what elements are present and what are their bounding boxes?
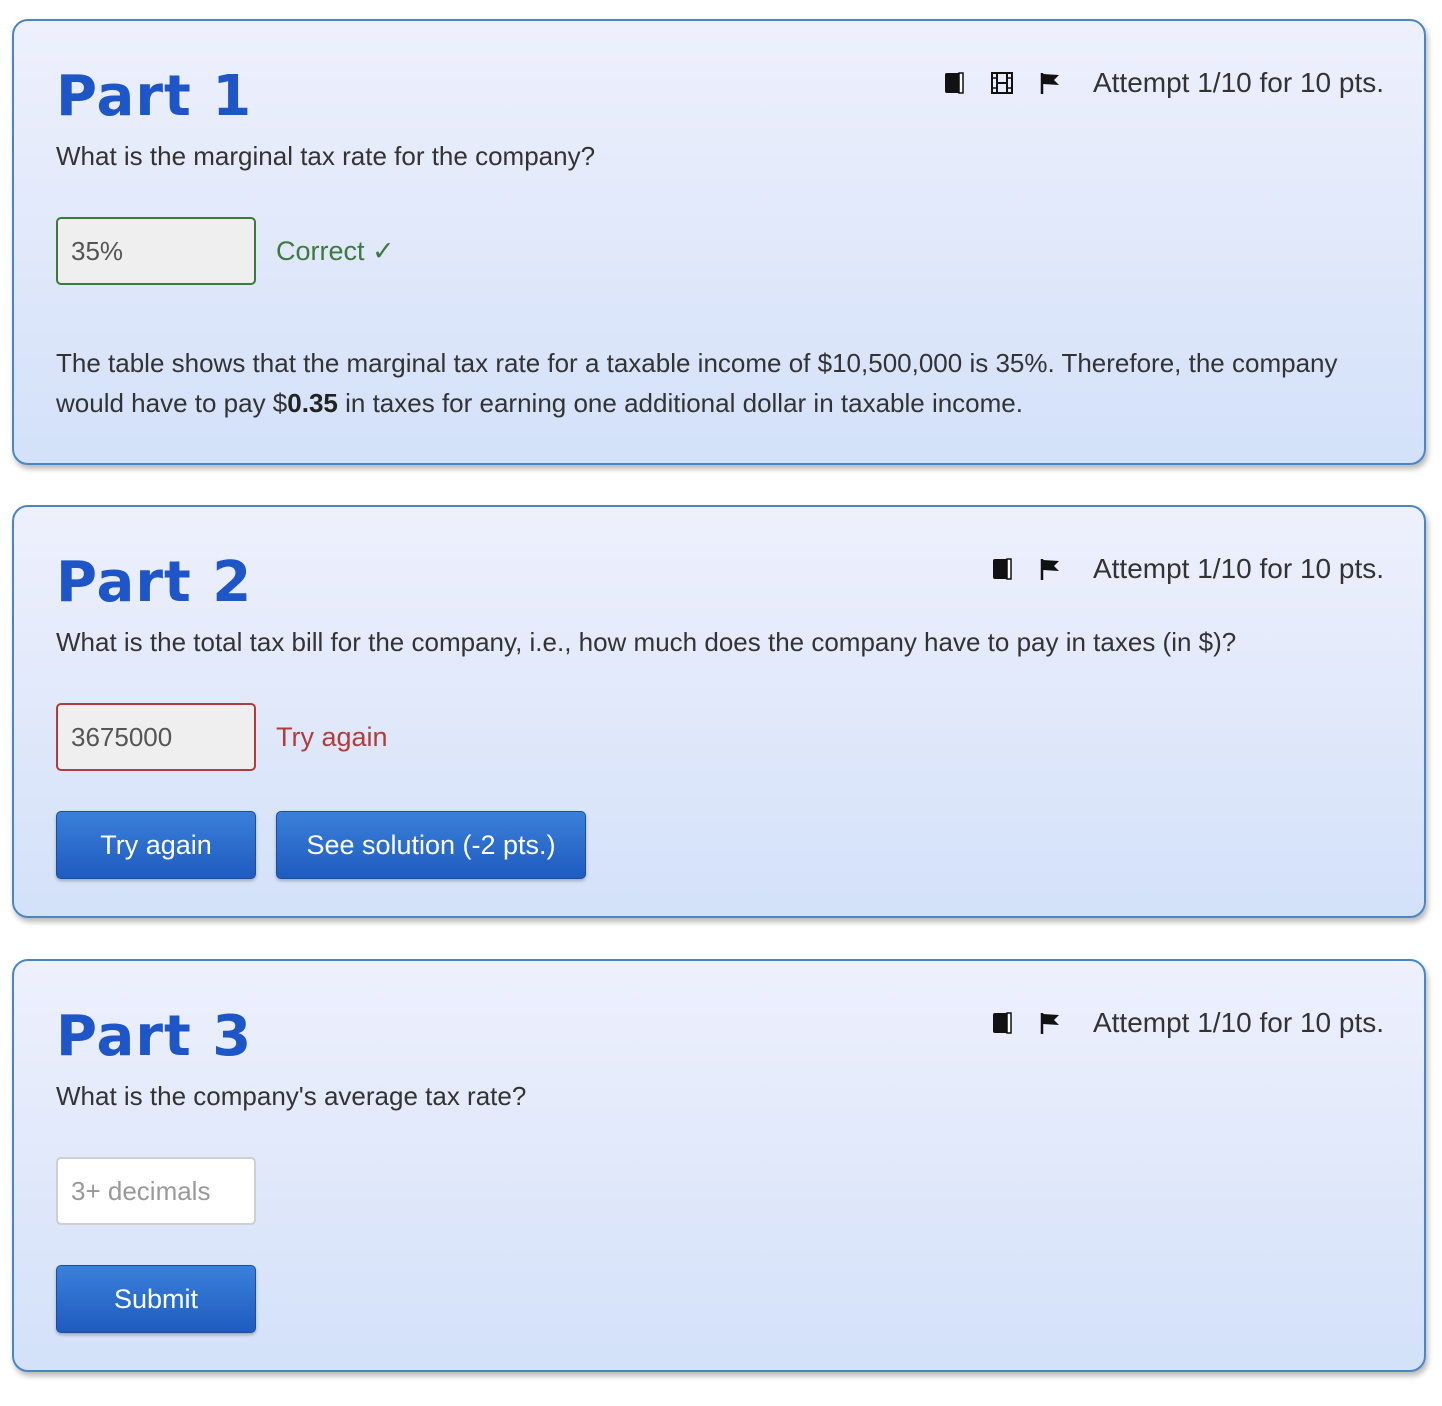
action-buttons: Submit	[56, 1265, 276, 1333]
attempt-counter: Attempt 1/10 for 10 pts.	[1092, 553, 1384, 584]
part-title: Part 3	[56, 1004, 253, 1069]
book-icon[interactable]	[989, 1010, 1015, 1036]
answer-input[interactable]	[56, 703, 256, 771]
part-3-card: Part 3 Attempt 1/10 for 10 pts. What is …	[12, 959, 1426, 1372]
part-2-card: Part 2 Attempt 1/10 for 10 pts. What is …	[12, 505, 1426, 918]
flag-icon[interactable]	[1037, 1010, 1063, 1036]
part-title: Part 2	[56, 550, 253, 615]
part-title: Part 1	[56, 64, 253, 129]
flag-icon[interactable]	[1037, 70, 1063, 96]
answer-row: Correct ✓	[56, 217, 395, 285]
flag-icon[interactable]	[1037, 556, 1063, 582]
attempt-counter: Attempt 1/10 for 10 pts.	[1092, 67, 1384, 98]
action-buttons: Try again See solution (-2 pts.)	[56, 811, 606, 879]
submit-button[interactable]: Submit	[56, 1265, 256, 1333]
part-header-tools: Attempt 1/10 for 10 pts.	[941, 67, 1384, 99]
feedback-correct: Correct ✓	[276, 235, 395, 266]
question-text: What is the marginal tax rate for the co…	[56, 141, 596, 171]
part-header-tools: Attempt 1/10 for 10 pts.	[989, 1007, 1384, 1039]
answer-input[interactable]	[56, 1157, 256, 1225]
explanation-bold-value: 0.35	[287, 388, 338, 418]
part-header-tools: Attempt 1/10 for 10 pts.	[989, 553, 1384, 585]
answer-input[interactable]	[56, 217, 256, 285]
question-text: What is the company's average tax rate?	[56, 1081, 527, 1111]
film-icon[interactable]	[989, 70, 1015, 96]
book-icon[interactable]	[941, 70, 967, 96]
try-again-button[interactable]: Try again	[56, 811, 256, 879]
feedback-incorrect: Try again	[276, 721, 388, 752]
part-1-card: Part 1 Attempt 1/10 for 10 pts. What is …	[12, 19, 1426, 465]
see-solution-button[interactable]: See solution (-2 pts.)	[276, 811, 586, 879]
explanation-text: The table shows that the marginal tax ra…	[56, 343, 1364, 423]
book-icon[interactable]	[989, 556, 1015, 582]
answer-row: Try again	[56, 703, 388, 771]
answer-row	[56, 1157, 256, 1225]
attempt-counter: Attempt 1/10 for 10 pts.	[1092, 1007, 1384, 1038]
question-text: What is the total tax bill for the compa…	[56, 627, 1237, 657]
explanation-after: in taxes for earning one additional doll…	[337, 388, 1023, 418]
